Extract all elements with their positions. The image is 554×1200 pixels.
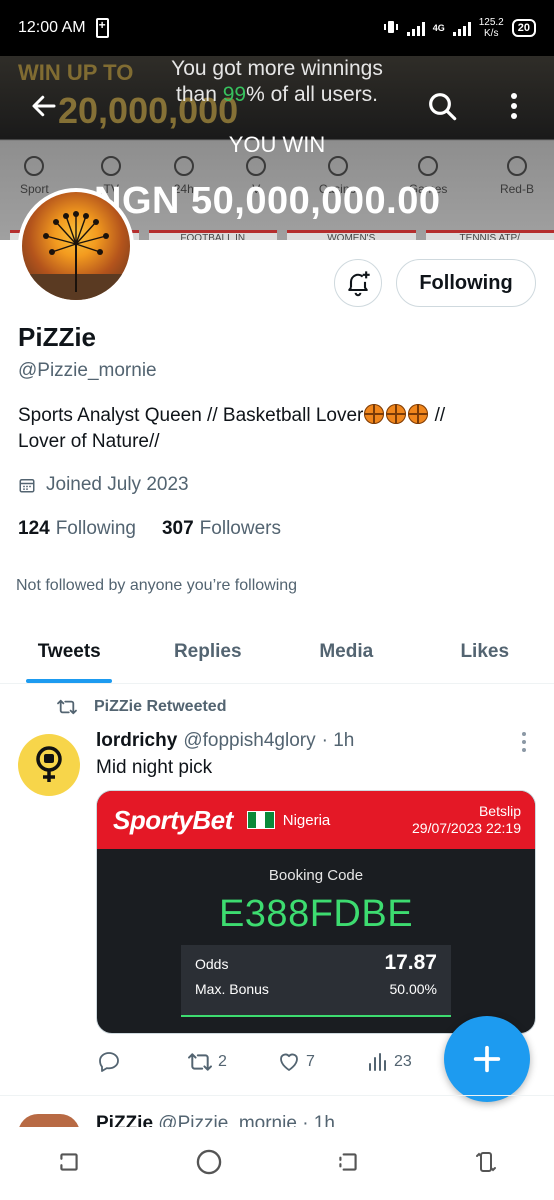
profile-tabs: Tweets Replies Media Likes [0, 620, 554, 684]
signal-icon [406, 20, 425, 36]
battery-level: 20 [511, 19, 536, 37]
system-nav-bar [0, 1128, 554, 1200]
rotate-icon [475, 1151, 496, 1172]
bar-chart-icon [369, 1053, 386, 1071]
profile-bio: Sports Analyst Queen // Basketball Lover… [18, 404, 446, 452]
vibrate-icon [383, 19, 399, 38]
arrow-left-icon [32, 95, 56, 117]
booking-code-label: Booking Code [268, 867, 364, 884]
like-button[interactable]: 7 [276, 1050, 366, 1074]
signal-icon-2 [452, 20, 471, 36]
followers-count-link[interactable]: 307 Followers [162, 518, 281, 540]
tab-replies[interactable]: Replies [139, 620, 278, 683]
back-button[interactable] [24, 86, 64, 126]
tweet-author-avatar[interactable] [18, 734, 80, 796]
basketball-emoji [364, 404, 385, 424]
bell-plus-icon [348, 271, 370, 297]
next-tweet-header: PiZZie @Pizzie_mornie · 1h [96, 1113, 335, 1128]
compose-tweet-button[interactable] [444, 1016, 530, 1102]
reply-icon [99, 1052, 119, 1072]
profile-handle: @Pizzie_mornie [18, 360, 157, 381]
network-speed: 125.2 K/s [478, 17, 504, 39]
tweet-header: lordrichy @foppish4glory · 1h [96, 730, 354, 752]
following-count-link[interactable]: 124 Following [18, 518, 136, 540]
tweet-handle[interactable]: @foppish4glory [183, 730, 315, 752]
tweet-more-button[interactable] [514, 730, 534, 754]
network-type: 4G [432, 23, 445, 33]
retweet-icon [188, 1053, 212, 1071]
plus-icon [473, 1045, 501, 1073]
tab-media[interactable]: Media [277, 620, 416, 683]
booking-code: E388FDBE [218, 893, 414, 935]
retweet-icon [57, 699, 77, 715]
joined-date: Joined July 2023 [18, 474, 189, 496]
banner-message: You got more winnings than 99% of all us… [171, 57, 383, 106]
tab-likes[interactable]: Likes [416, 620, 554, 683]
banner-amount: NGN 50,000,000.00 [94, 180, 441, 222]
tweet-username[interactable]: lordrichy [96, 730, 177, 752]
sportybet-logo: SportyBet [113, 804, 233, 835]
fist-symbol-icon [36, 746, 62, 782]
calendar-icon [19, 479, 35, 493]
following-button[interactable]: Following [396, 259, 536, 307]
recent-apps-button[interactable] [56, 1149, 82, 1180]
profile-name: PiZZie [18, 322, 97, 352]
tweet-divider [0, 1095, 554, 1096]
battery-saver-icon [95, 18, 109, 38]
rotate-button[interactable] [474, 1149, 498, 1180]
views-button[interactable]: 23 [366, 1050, 456, 1074]
follow-stats: 124 Following 307 Followers [18, 518, 281, 540]
banner-you-win: YOU WIN [228, 132, 326, 157]
betslip-header: SportyBet Nigeria Betslip 29/07/2023 22:… [97, 791, 535, 849]
tweet-actions: 2 7 23 [96, 1050, 456, 1074]
status-time: 12:00 AM [18, 19, 86, 36]
more-vertical-icon [511, 93, 517, 119]
odds-summary: Odds 17.87 Max. Bonus 50.00% [181, 945, 451, 1017]
retweet-button[interactable]: 2 [186, 1051, 276, 1073]
back-nav-button[interactable] [335, 1149, 361, 1180]
reply-button[interactable] [96, 1050, 186, 1074]
home-button[interactable] [195, 1148, 223, 1181]
search-icon [429, 93, 457, 121]
status-bar: 12:00 AM 4G 125.2K/s 20 [0, 0, 554, 56]
status-indicators: 4G 125.2 K/s 20 [383, 17, 536, 39]
search-button[interactable] [422, 86, 462, 126]
more-options-button[interactable] [494, 86, 534, 126]
tab-tweets[interactable]: Tweets [0, 620, 139, 683]
dandelion-silhouette-icon [22, 211, 130, 300]
profile-avatar[interactable] [18, 188, 134, 304]
basketball-emoji [408, 404, 429, 424]
tweet-image-card[interactable]: SportyBet Nigeria Betslip 29/07/2023 22:… [96, 790, 536, 1034]
home-circle-icon [196, 1149, 221, 1174]
notifications-button[interactable] [334, 259, 382, 307]
basketball-emoji [386, 404, 407, 424]
heart-icon [280, 1053, 298, 1071]
mutual-followers-note: Not followed by anyone you’re following [16, 577, 298, 594]
tweet-text: Mid night pick [96, 757, 213, 778]
tweet-time: · 1h [321, 730, 355, 751]
back-icon [339, 1152, 357, 1171]
recents-icon [60, 1152, 78, 1171]
retweet-indicator: PiZZie Retweeted [56, 698, 226, 716]
nigeria-flag-icon [246, 811, 275, 829]
